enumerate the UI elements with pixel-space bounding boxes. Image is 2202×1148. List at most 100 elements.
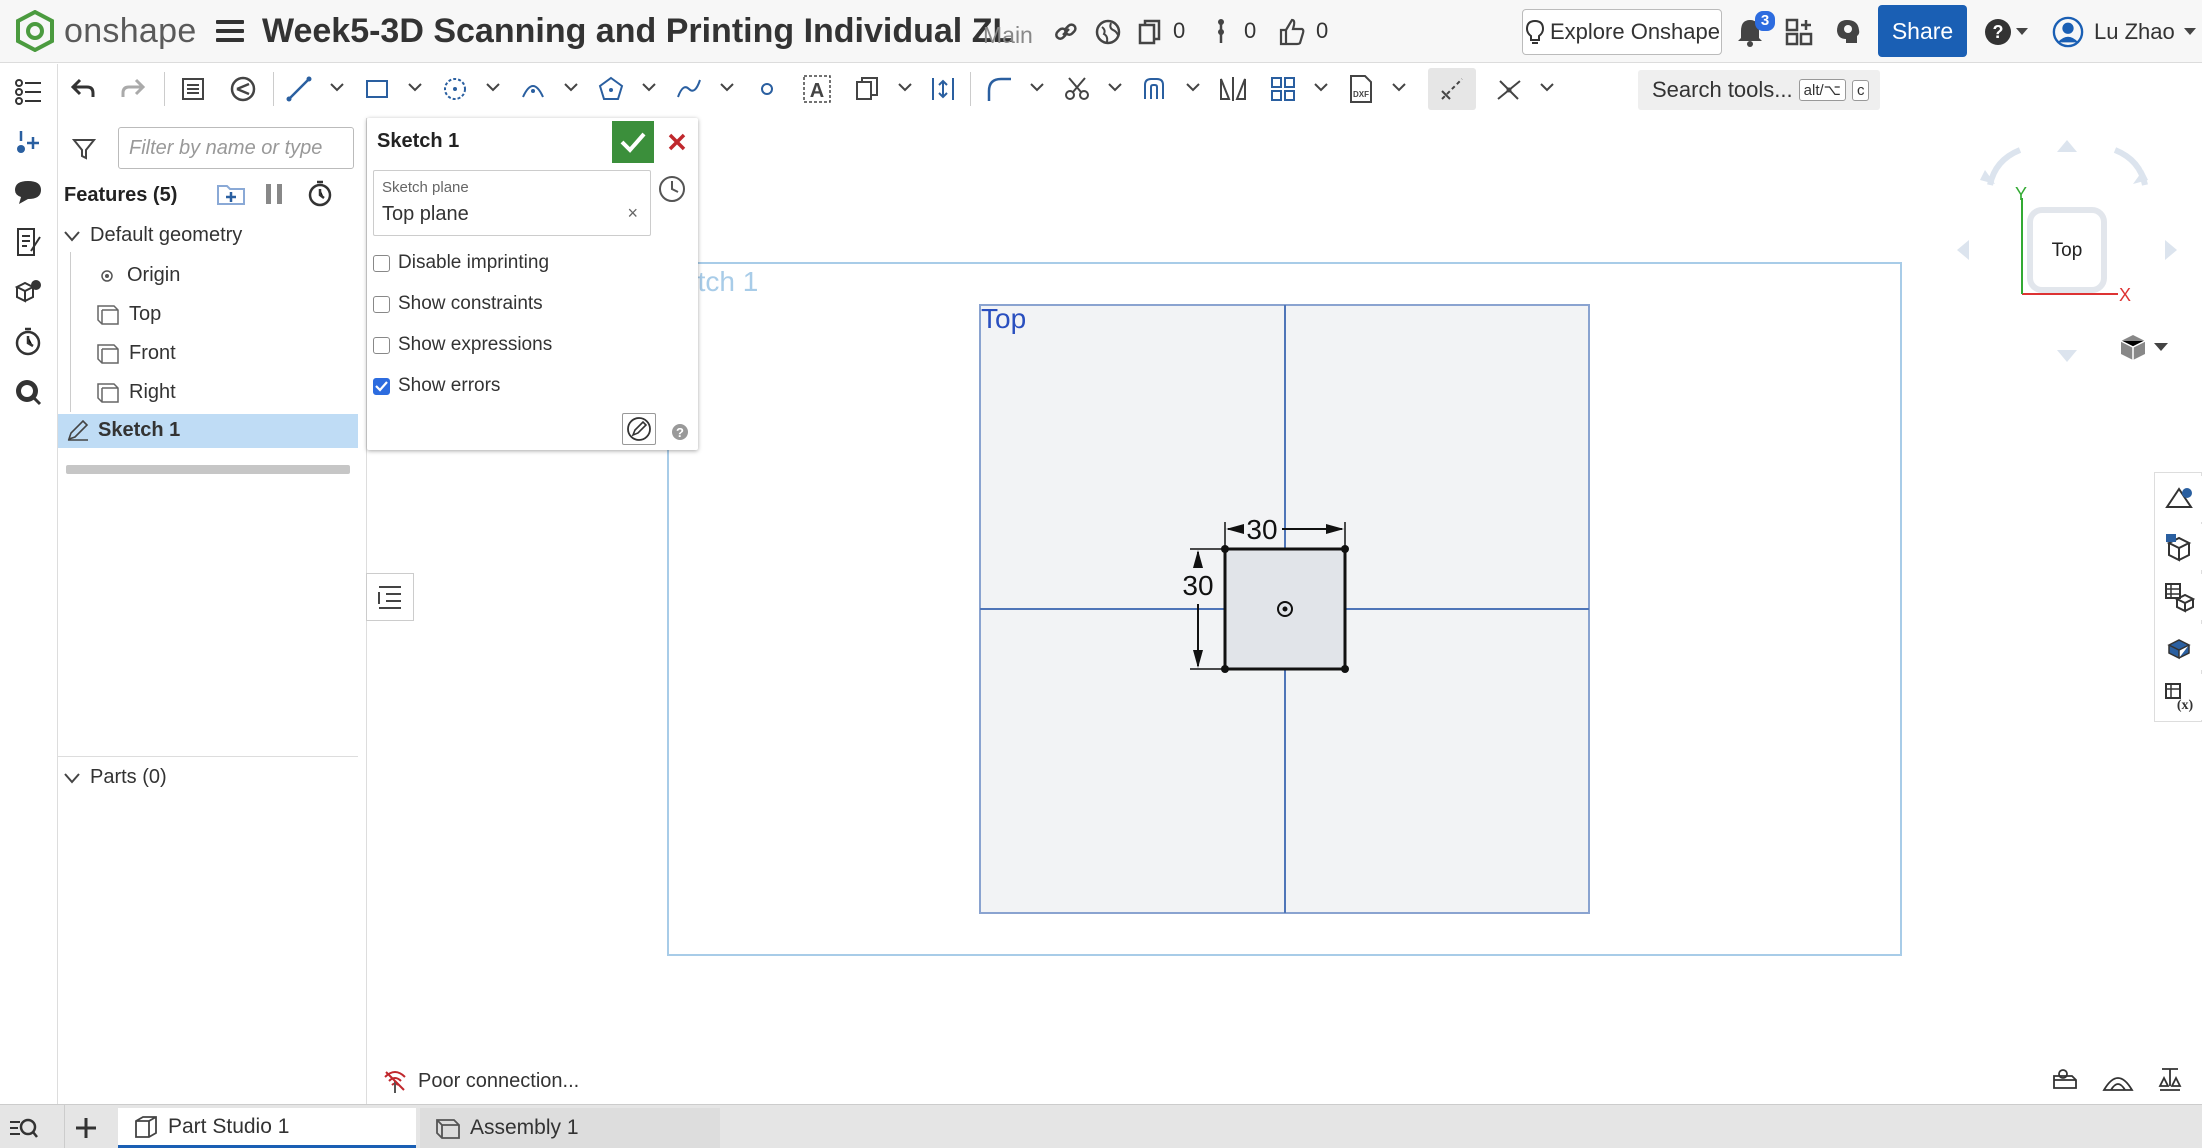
copies-icon[interactable] — [1134, 16, 1166, 48]
tree-item-origin[interactable]: Origin — [100, 264, 180, 287]
sketch-settings-button[interactable] — [622, 413, 656, 445]
point-tool-icon[interactable] — [748, 70, 786, 108]
view-up-arrow[interactable] — [2057, 140, 2077, 152]
tab-assembly-1[interactable]: Assembly 1 — [420, 1108, 720, 1148]
collapse-panel-button[interactable] — [366, 573, 414, 621]
construction-tool-icon[interactable] — [1428, 68, 1476, 110]
use-chevron-down-icon[interactable] — [896, 78, 914, 96]
spline-chevron-down-icon[interactable] — [718, 78, 736, 96]
line-chevron-down-icon[interactable] — [328, 78, 346, 96]
add-folder-icon[interactable] — [216, 180, 246, 213]
option-disable-imprinting[interactable]: Disable imprinting — [373, 252, 549, 274]
chevron-down-icon[interactable] — [64, 230, 80, 242]
appearance-icon[interactable] — [2156, 476, 2202, 522]
dxf-import-icon[interactable]: DXF — [1342, 70, 1380, 108]
option-show-errors[interactable]: Show errors — [373, 375, 500, 397]
spline-tool-icon[interactable] — [670, 70, 708, 108]
explore-onshape-button[interactable]: Explore Onshape — [1522, 9, 1722, 55]
use-tool-icon[interactable] — [848, 70, 886, 108]
undo-icon[interactable] — [64, 70, 102, 108]
like-icon[interactable] — [1276, 16, 1308, 48]
sketch-timer-icon[interactable] — [657, 174, 687, 209]
redo-icon[interactable] — [114, 70, 152, 108]
arc-tool-icon[interactable] — [514, 70, 552, 108]
horizontal-scrollbar[interactable] — [66, 465, 350, 474]
tree-item-right[interactable]: Right — [96, 381, 176, 404]
view-mode-dropdown[interactable] — [2118, 332, 2168, 362]
origin-point[interactable] — [1277, 601, 1293, 617]
measure-icon[interactable] — [2050, 1068, 2080, 1099]
rect-vertex[interactable] — [1221, 665, 1229, 673]
offset-chevron-down-icon[interactable] — [1184, 78, 1202, 96]
intersection-tool-icon[interactable] — [1490, 70, 1528, 108]
globe-icon[interactable] — [1092, 16, 1124, 48]
pattern-chevron-down-icon[interactable] — [1312, 78, 1330, 96]
view-rotate-arrow[interactable] — [2113, 147, 2148, 186]
circle-chevron-down-icon[interactable] — [484, 78, 502, 96]
filter-input[interactable]: Filter by name or type — [118, 127, 354, 169]
sketch-rectangle[interactable] — [1223, 547, 1347, 671]
dxf-chevron-down-icon[interactable] — [1390, 78, 1408, 96]
search-icon[interactable] — [10, 374, 46, 410]
help-chevron-down-icon[interactable] — [2012, 16, 2032, 48]
rectangle-tool-icon[interactable] — [358, 70, 396, 108]
checkbox[interactable] — [373, 295, 390, 313]
mate-connector-icon[interactable] — [10, 124, 46, 160]
app-store-icon[interactable] — [1783, 16, 1815, 48]
polygon-tool-icon[interactable] — [592, 70, 630, 108]
circle-tool-icon[interactable] — [436, 70, 474, 108]
offset-tool-icon[interactable] — [1136, 70, 1174, 108]
avatar[interactable] — [2052, 16, 2084, 48]
accept-button[interactable] — [612, 121, 654, 163]
width-dimension[interactable]: 30 — [1246, 514, 1277, 545]
comments-icon[interactable] — [10, 174, 46, 210]
tree-item-sketch[interactable]: Sketch 1 — [66, 418, 180, 442]
checkbox[interactable] — [373, 254, 390, 272]
help-icon[interactable]: ? — [1982, 16, 2014, 48]
trim-tool-icon[interactable] — [1058, 70, 1096, 108]
sketch-plane-field[interactable]: Sketch plane Top plane × — [373, 170, 651, 236]
text-tool-icon[interactable]: A — [798, 70, 836, 108]
rect-vertex[interactable] — [1341, 665, 1349, 673]
line-tool-icon[interactable] — [280, 70, 318, 108]
dimension-tool-icon[interactable] — [924, 70, 962, 108]
notes-icon[interactable] — [10, 224, 46, 260]
user-chevron-down-icon[interactable] — [2180, 16, 2200, 48]
learning-icon[interactable] — [1832, 16, 1864, 48]
trim-chevron-down-icon[interactable] — [1106, 78, 1124, 96]
section-view-icon[interactable] — [2102, 1068, 2134, 1099]
option-show-constraints[interactable]: Show constraints — [373, 293, 543, 315]
option-show-expressions[interactable]: Show expressions — [373, 334, 552, 356]
rect-vertex[interactable] — [1221, 545, 1229, 553]
view-right-arrow[interactable] — [2165, 240, 2177, 260]
add-tab-button[interactable] — [70, 1112, 102, 1144]
rectangle-chevron-down-icon[interactable] — [406, 78, 424, 96]
versions-icon[interactable] — [1205, 16, 1237, 48]
pattern-tool-icon[interactable] — [1264, 70, 1302, 108]
polygon-chevron-down-icon[interactable] — [640, 78, 658, 96]
feature-tree-icon[interactable] — [10, 74, 46, 110]
search-tools-input[interactable]: Search tools... alt/⌥ c — [1638, 70, 1880, 110]
checkbox[interactable] — [373, 336, 390, 354]
document-title[interactable]: Week5-3D Scanning and Printing Individua… — [262, 12, 1013, 51]
parts-folder[interactable]: Parts (0) — [64, 766, 167, 789]
tab-part-studio-1[interactable]: Part Studio 1 — [118, 1108, 416, 1148]
default-geometry-folder[interactable]: Default geometry — [64, 224, 242, 247]
tree-item-front[interactable]: Front — [96, 342, 176, 365]
tree-item-top[interactable]: Top — [96, 303, 161, 326]
intersection-chevron-down-icon[interactable] — [1538, 78, 1556, 96]
rect-vertex[interactable] — [1341, 545, 1349, 553]
configurations-icon[interactable] — [2156, 574, 2202, 620]
link-icon[interactable] — [1050, 16, 1082, 48]
menu-icon[interactable] — [216, 20, 244, 44]
help-icon[interactable]: ? — [671, 423, 689, 446]
fillet-chevron-down-icon[interactable] — [1028, 78, 1046, 96]
mass-properties-icon[interactable] — [2156, 624, 2202, 670]
cancel-button[interactable] — [660, 124, 694, 160]
variables-table-icon[interactable]: (x) — [2156, 674, 2202, 720]
pause-icon[interactable] — [263, 182, 285, 211]
history-icon[interactable] — [10, 324, 46, 360]
top-plane[interactable] — [979, 304, 1590, 914]
clear-plane-icon[interactable]: × — [627, 203, 638, 224]
arc-chevron-down-icon[interactable] — [562, 78, 580, 96]
